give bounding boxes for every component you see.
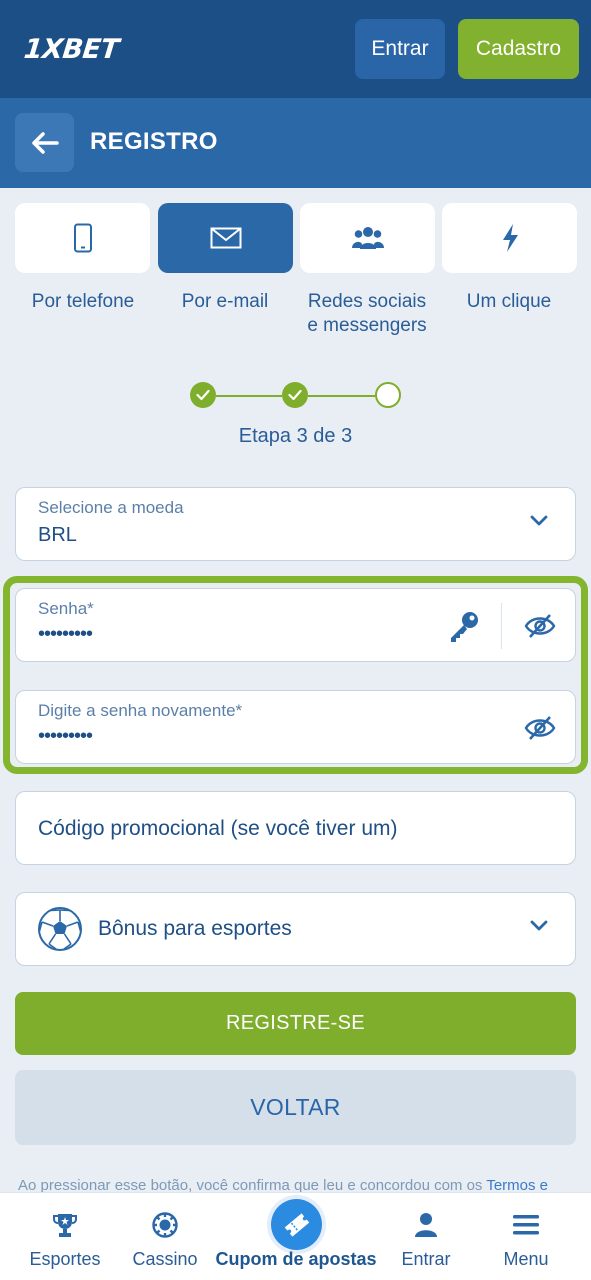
signup-button[interactable]: Cadastro <box>458 19 579 79</box>
currency-select[interactable]: Selecione a moeda BRL <box>15 487 576 561</box>
nav-sports[interactable]: Esportes <box>25 1193 105 1280</box>
currency-value: BRL <box>38 524 77 546</box>
casino-chip-icon <box>152 1212 178 1238</box>
progress-stepper <box>0 380 591 412</box>
step-2-complete <box>282 382 308 408</box>
password-label: Senha* <box>38 599 94 618</box>
promo-code-field[interactable]: Código promocional (se você tiver um) <box>15 791 576 865</box>
step-connector <box>216 395 282 397</box>
check-icon <box>288 389 302 401</box>
confirm-password-value[interactable]: ••••••••• <box>38 726 93 746</box>
method-oneclick-tab[interactable] <box>442 203 577 273</box>
confirm-password-field[interactable]: Digite a senha novamente* ••••••••• <box>15 690 576 764</box>
password-value[interactable]: ••••••••• <box>38 624 93 644</box>
chevron-down-icon <box>530 515 548 526</box>
key-icon[interactable] <box>446 609 482 645</box>
page-title: REGISTRO <box>90 128 218 155</box>
brand-logo[interactable]: 1XBET <box>22 34 120 65</box>
password-field[interactable]: Senha* ••••••••• <box>15 588 576 662</box>
soccer-ball-icon <box>38 907 82 951</box>
users-icon <box>351 227 384 249</box>
promo-code-placeholder[interactable]: Código promocional (se você tiver um) <box>38 817 397 841</box>
method-social-label[interactable]: Redes sociais e messengers <box>292 290 442 338</box>
nav-login[interactable]: Entrar <box>386 1193 466 1280</box>
arrow-left-icon <box>31 131 59 154</box>
envelope-icon <box>210 227 241 249</box>
step-indicator-text: Etapa 3 de 3 <box>238 425 353 447</box>
back-button[interactable]: VOLTAR <box>15 1070 576 1145</box>
bonus-select[interactable]: Bônus para esportes <box>15 892 576 966</box>
bet-slip-label[interactable]: Cupom de apostas <box>196 1249 396 1270</box>
method-phone-tab[interactable] <box>15 203 150 273</box>
ticket-icon <box>284 1212 309 1237</box>
step-1-complete <box>190 382 216 408</box>
trophy-icon <box>53 1214 77 1237</box>
user-icon <box>415 1213 437 1237</box>
field-divider <box>501 603 502 649</box>
lightning-icon <box>502 224 518 252</box>
eye-slash-icon[interactable] <box>524 613 556 639</box>
nav-casino[interactable]: Cassino <box>125 1193 205 1280</box>
login-button[interactable]: Entrar <box>355 19 445 79</box>
hamburger-menu-icon <box>513 1215 539 1235</box>
top-bar: 1XBET Entrar Cadastro <box>0 0 591 98</box>
nav-menu[interactable]: Menu <box>486 1193 566 1280</box>
bonus-label: Bônus para esportes <box>98 917 292 940</box>
check-icon <box>196 389 210 401</box>
chevron-down-icon <box>530 920 548 931</box>
method-phone-label[interactable]: Por telefone <box>8 290 158 314</box>
method-oneclick-label[interactable]: Um clique <box>434 290 584 314</box>
back-arrow-button[interactable] <box>15 113 74 172</box>
eye-slash-icon[interactable] <box>524 715 556 741</box>
step-connector <box>308 395 375 397</box>
bet-slip-button[interactable] <box>271 1199 322 1250</box>
currency-label: Selecione a moeda <box>38 498 184 517</box>
confirm-password-label: Digite a senha novamente* <box>38 701 243 720</box>
method-social-tab[interactable] <box>300 203 435 273</box>
step-3-current <box>375 382 401 408</box>
method-email-label[interactable]: Por e-mail <box>150 290 300 314</box>
method-email-tab[interactable] <box>158 203 293 273</box>
register-button[interactable]: REGISTRE-SE <box>15 992 576 1055</box>
title-bar: REGISTRO <box>0 98 591 188</box>
phone-icon <box>73 223 92 253</box>
